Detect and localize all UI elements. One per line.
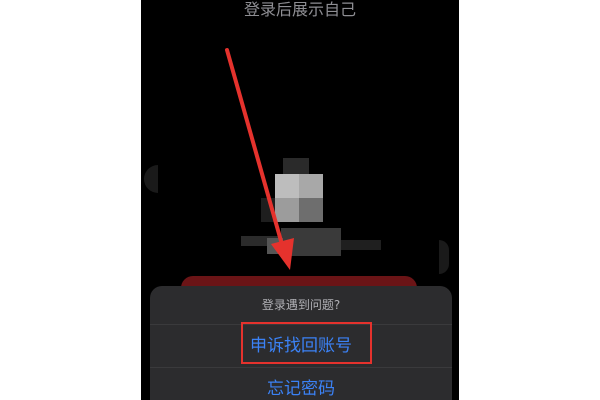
forgot-password-option[interactable]: 忘记密码 (150, 368, 452, 400)
action-sheet-header: 登录遇到问题? (261, 298, 341, 312)
pixelated-avatar-icon (241, 158, 381, 278)
left-edge-shape (144, 165, 158, 193)
right-edge-shape (439, 240, 449, 274)
highlight-box (241, 322, 372, 364)
page-title: 登录后展示自己 (243, 0, 356, 19)
